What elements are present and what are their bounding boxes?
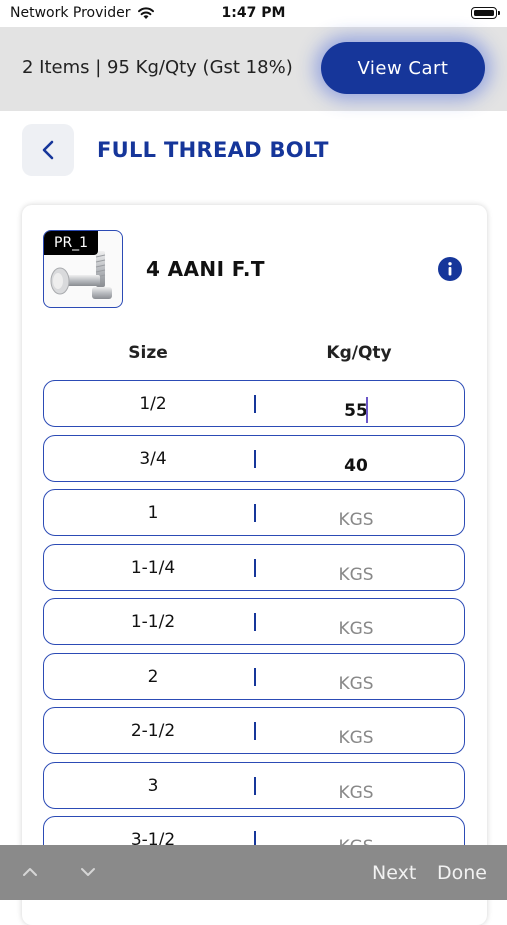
product-code: PR_1 <box>44 231 99 255</box>
kg-qty-input[interactable] <box>276 454 436 478</box>
row-size-label: 3/4 <box>139 449 167 469</box>
product-card: PR_1 4 AANI F.T Size Kg/Qty 1/2 3/4 1 1-… <box>22 205 487 925</box>
kg-qty-input[interactable] <box>276 672 436 696</box>
cart-summary: 2 Items | 95 Kg/Qty (Gst 18%) <box>22 57 293 78</box>
kg-qty-input[interactable] <box>276 508 436 532</box>
keyboard-accessory-bar: Next Done <box>0 845 507 900</box>
size-row: 1-1/2 <box>43 598 465 645</box>
product-name: 4 AANI F.T <box>146 257 265 281</box>
size-row: 3/4 <box>43 435 465 482</box>
row-size-label: 2-1/2 <box>130 721 176 741</box>
row-divider <box>254 395 256 413</box>
size-row: 2-1/2 <box>43 707 465 754</box>
row-divider <box>254 777 256 795</box>
status-bar: Network Provider 1:47 PM <box>0 0 507 27</box>
chevron-down-icon[interactable] <box>79 863 97 881</box>
size-row: 1 <box>43 489 465 536</box>
kg-qty-input[interactable] <box>276 726 436 750</box>
row-divider <box>254 559 256 577</box>
size-row: 1/2 <box>43 380 465 427</box>
row-divider <box>254 722 256 740</box>
size-row: 3 <box>43 762 465 809</box>
next-button[interactable]: Next <box>372 862 416 884</box>
row-size-label: 1/2 <box>139 394 167 414</box>
back-button[interactable] <box>22 124 74 176</box>
row-size-label: 1 <box>147 503 159 523</box>
row-divider <box>254 504 256 522</box>
battery-icon <box>471 7 500 19</box>
status-time: 1:47 PM <box>221 5 286 21</box>
size-row: 2 <box>43 653 465 700</box>
info-icon[interactable] <box>438 257 462 281</box>
row-size-label: 1-1/2 <box>130 612 176 632</box>
row-size-label: 1-1/4 <box>130 558 176 578</box>
row-size-label: 3 <box>147 776 159 796</box>
kg-qty-column-header: Kg/Qty <box>326 343 392 363</box>
product-thumbnail[interactable]: PR_1 <box>43 230 123 308</box>
page-title: FULL THREAD BOLT <box>97 138 329 162</box>
chevron-up-icon[interactable] <box>21 863 39 881</box>
row-size-label: 2 <box>147 667 159 687</box>
text-cursor <box>366 397 368 423</box>
kg-qty-input[interactable] <box>276 781 436 805</box>
cart-bar: 2 Items | 95 Kg/Qty (Gst 18%) View Cart <box>0 27 507 111</box>
done-button[interactable]: Done <box>437 862 487 884</box>
kg-qty-input[interactable] <box>276 563 436 587</box>
kg-qty-input[interactable] <box>276 399 436 423</box>
view-cart-button[interactable]: View Cart <box>321 42 485 94</box>
row-divider <box>254 613 256 631</box>
size-column-header: Size <box>128 343 168 363</box>
size-row: 1-1/4 <box>43 544 465 591</box>
row-divider <box>254 668 256 686</box>
row-divider <box>254 450 256 468</box>
kg-qty-input[interactable] <box>276 617 436 641</box>
back-chevron-icon <box>42 140 54 160</box>
